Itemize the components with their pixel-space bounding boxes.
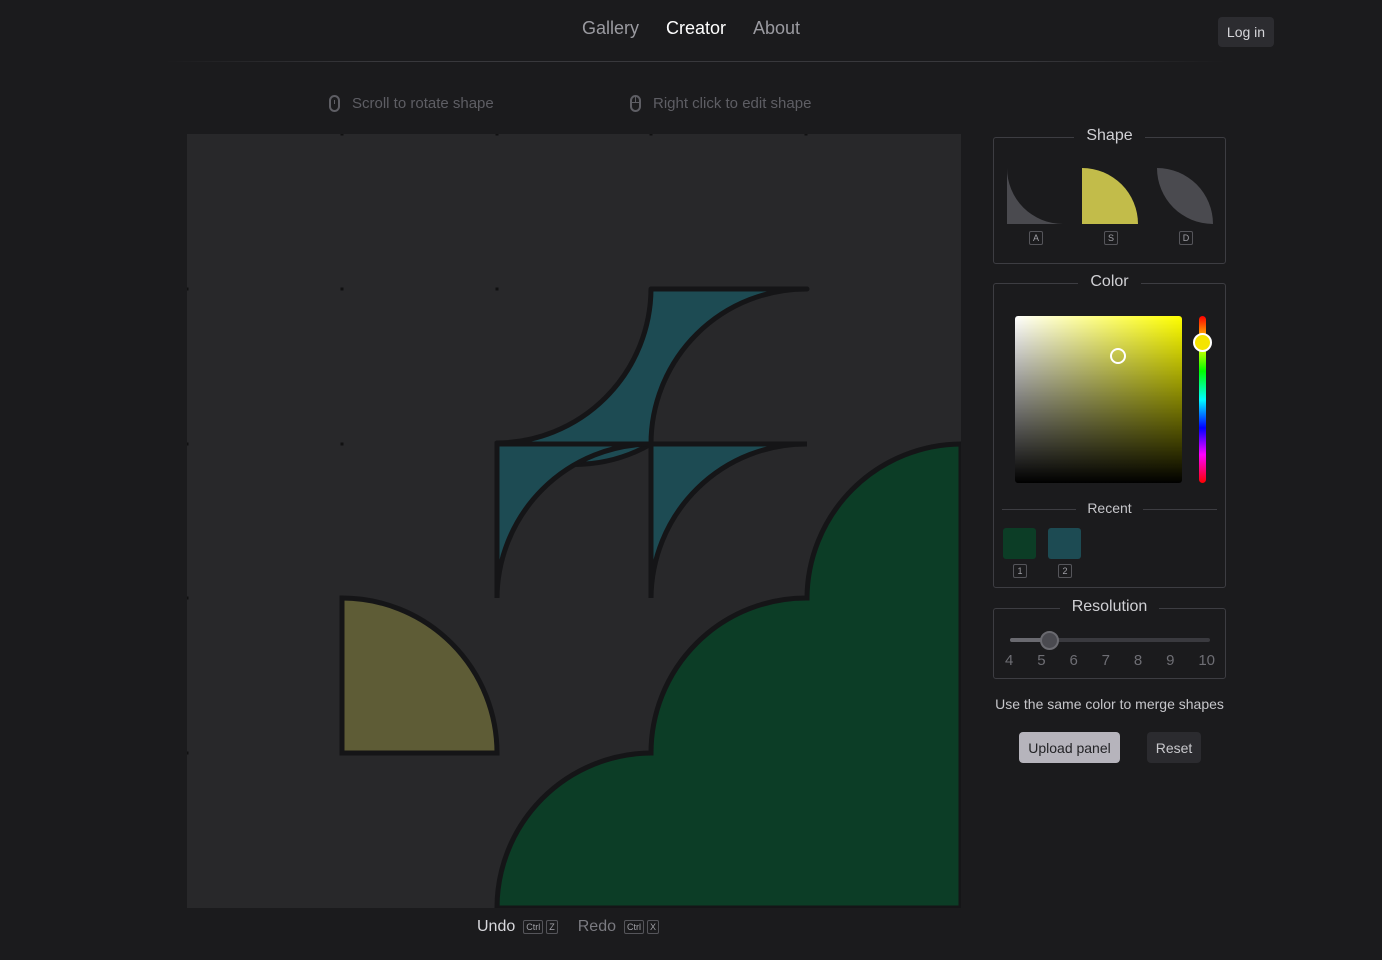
tick-label: 4 (1005, 652, 1014, 669)
color-panel: Color Recent 1 2 (993, 273, 1226, 588)
quarter-circle-shape-icon[interactable] (1082, 168, 1138, 224)
redo-key-x: X (647, 920, 660, 934)
drawing-canvas[interactable] (187, 134, 961, 908)
nav-divider (165, 61, 1225, 62)
recent-swatch-2[interactable] (1048, 528, 1081, 559)
tick-label: 10 (1198, 652, 1215, 669)
tick-label: 9 (1166, 652, 1175, 669)
olive-quarter-shape[interactable] (339, 595, 500, 756)
resolution-slider-knob[interactable] (1040, 631, 1059, 650)
upload-panel-button[interactable]: Upload panel (1019, 732, 1120, 763)
recent-colors-title: Recent (994, 500, 1225, 516)
resolution-panel-title: Resolution (1059, 598, 1160, 615)
mouse-scroll-icon (329, 95, 340, 112)
scroll-hint-text: Scroll to rotate shape (352, 95, 494, 112)
reset-button[interactable]: Reset (1147, 732, 1201, 763)
recent-key-1: 1 (1013, 564, 1027, 578)
shape-key-s: S (1104, 231, 1118, 245)
tick-label: 8 (1133, 652, 1143, 669)
nav-links: Gallery Creator About (0, 18, 1382, 39)
hue-knob[interactable] (1193, 333, 1212, 352)
redo-key-ctrl: Ctrl (624, 920, 644, 934)
right-click-hint: Right click to edit shape (630, 95, 811, 112)
scroll-hint: Scroll to rotate shape (329, 95, 494, 112)
saturation-picker[interactable] (1015, 316, 1182, 483)
shape-panel: Shape A S D (993, 127, 1226, 264)
resolution-ticks: 4 5 6 7 8 9 10 (1005, 652, 1215, 669)
grid-dot (340, 287, 344, 291)
leaf-shape-icon[interactable] (1157, 168, 1213, 224)
shape-panel-title: Shape (1074, 127, 1145, 144)
recent-swatch-1[interactable] (1003, 528, 1036, 559)
grid-dot (187, 596, 189, 600)
teal-leaf-shape[interactable] (494, 286, 810, 467)
resolution-panel: Resolution 4 5 6 7 8 9 10 (993, 598, 1226, 679)
undo-key-z: Z (546, 920, 558, 934)
grid-dot (187, 287, 189, 291)
redo-button[interactable]: Redo (578, 918, 616, 936)
tick-label: 5 (1037, 652, 1046, 669)
teal-quarter-shape[interactable] (494, 441, 652, 599)
tick-label: 6 (1069, 652, 1078, 669)
green-merged-shape[interactable] (494, 441, 961, 908)
right-click-hint-text: Right click to edit shape (653, 95, 812, 112)
shape-key-a: A (1029, 231, 1043, 245)
grid-dot (187, 442, 189, 446)
concave-corner-shape-icon[interactable] (1007, 168, 1063, 224)
grid-dot (340, 442, 344, 446)
grid-dot (495, 134, 499, 136)
top-navigation: Gallery Creator About Log in (0, 0, 1382, 62)
recent-key-2: 2 (1058, 564, 1072, 578)
grid-dot (187, 751, 189, 755)
tick-label: 7 (1101, 652, 1110, 669)
undo-key-ctrl: Ctrl (523, 920, 544, 934)
shape-key-d: D (1179, 231, 1193, 245)
saturation-thumb[interactable] (1110, 348, 1126, 364)
hue-slider[interactable] (1193, 316, 1212, 483)
grid-dot (649, 134, 653, 136)
login-button[interactable]: Log in (1218, 17, 1274, 47)
grid-dot (804, 134, 808, 136)
teal-quarter-shape[interactable] (648, 441, 808, 599)
nav-link-about[interactable]: About (753, 18, 800, 39)
mouse-right-click-icon (630, 95, 641, 112)
nav-link-creator[interactable]: Creator (666, 18, 726, 39)
color-panel-title: Color (1078, 273, 1141, 290)
merge-note: Use the same color to merge shapes (995, 696, 1224, 712)
history-bar: Undo Ctrl Z Redo Ctrl X (477, 918, 662, 936)
grid-dot (495, 287, 499, 291)
canvas-svg[interactable] (187, 134, 961, 908)
nav-link-gallery[interactable]: Gallery (582, 18, 639, 39)
grid-dot (340, 134, 344, 136)
undo-button[interactable]: Undo (477, 918, 515, 936)
